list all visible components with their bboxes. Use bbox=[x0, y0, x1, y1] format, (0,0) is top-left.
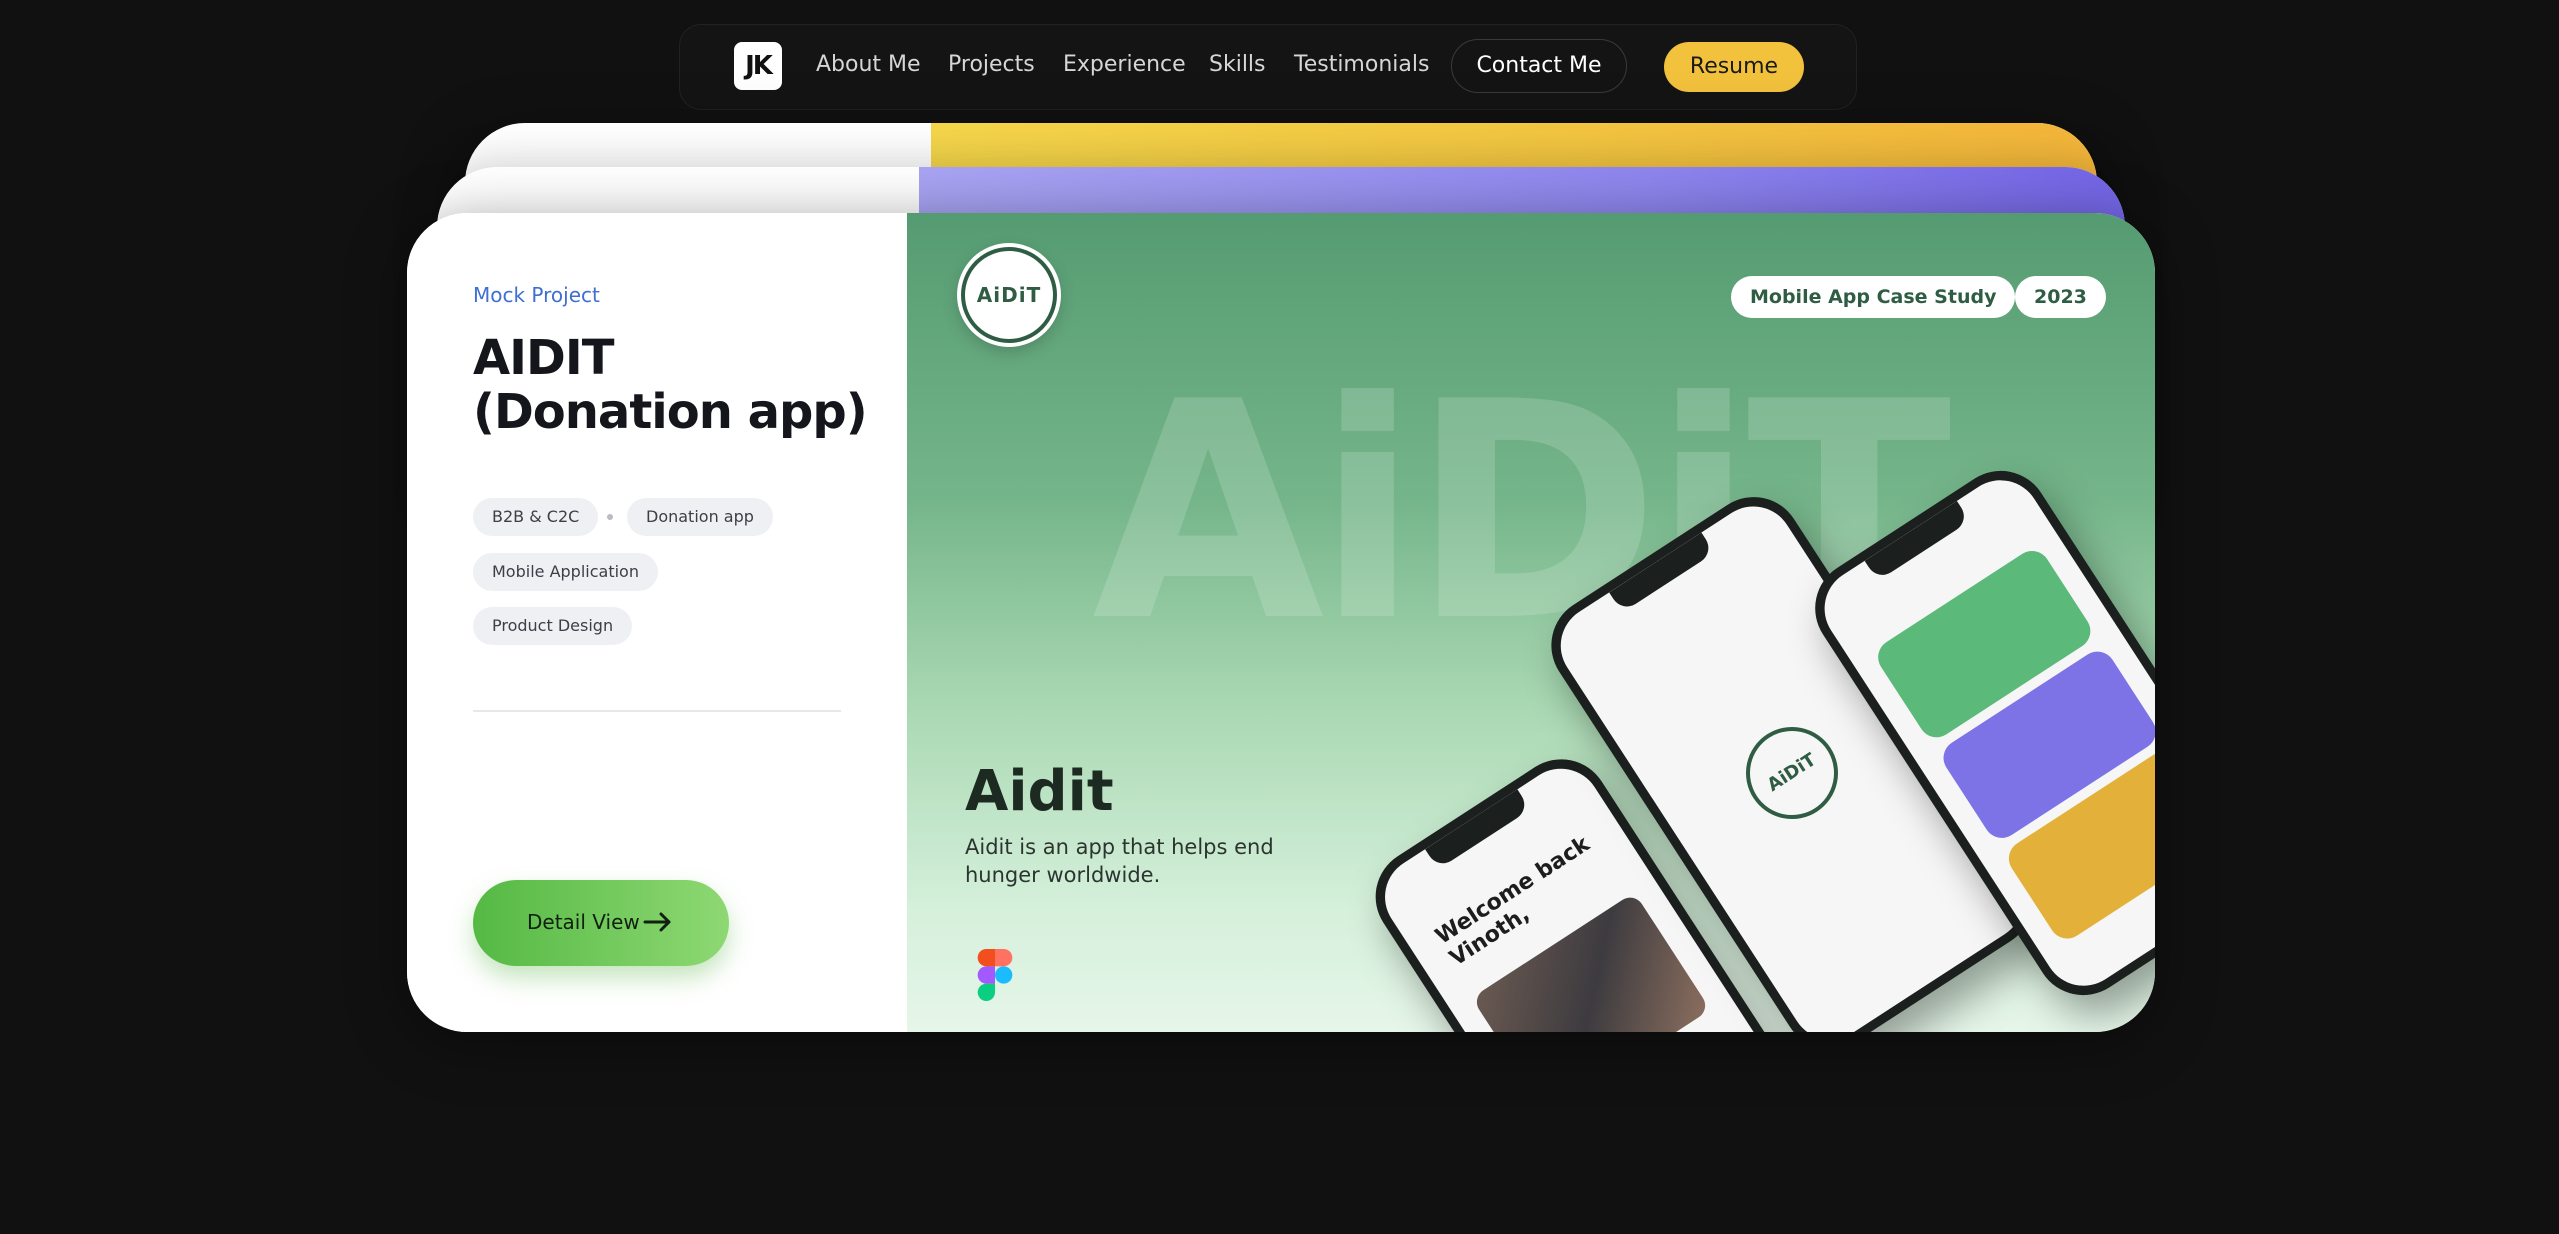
project-category: Mock Project bbox=[473, 283, 600, 307]
site-logo[interactable]: JK bbox=[734, 42, 782, 90]
nav-link-skills[interactable]: Skills bbox=[1209, 52, 1266, 77]
project-hero-image[interactable]: AiDiT AiDiT Mobile App Case Study 2023 A… bbox=[907, 213, 2155, 1032]
tag-b2b-c2c: B2B & C2C bbox=[473, 498, 599, 536]
tag-product-design: Product Design bbox=[473, 607, 633, 645]
year-badge: 2023 bbox=[2015, 276, 2106, 318]
nav-link-experience[interactable]: Experience bbox=[1063, 52, 1186, 77]
phone-aidit-logo: AiDiT bbox=[1728, 709, 1856, 837]
project-card: Mock Project AIDIT (Donation app) B2B & … bbox=[407, 213, 2155, 1032]
detail-view-button[interactable]: Detail View bbox=[473, 880, 729, 966]
hero-description: Aidit is an app that helps end hunger wo… bbox=[965, 835, 1274, 887]
case-study-badge: Mobile App Case Study bbox=[1731, 276, 2016, 318]
nav-link-testimonials[interactable]: Testimonials bbox=[1294, 52, 1429, 77]
contact-me-button[interactable]: Contact Me bbox=[1451, 39, 1627, 93]
project-title: AIDIT (Donation app) bbox=[473, 330, 868, 440]
top-navigation: JK About Me Projects Experience Skills T… bbox=[679, 24, 1857, 110]
project-info-panel: Mock Project AIDIT (Donation app) B2B & … bbox=[407, 213, 907, 1032]
hero-app-name: Aidit bbox=[965, 759, 1114, 824]
detail-view-label: Detail View bbox=[527, 910, 640, 934]
tag-mobile-application: Mobile Application bbox=[473, 553, 658, 591]
tag-separator-dot bbox=[607, 514, 613, 520]
resume-button[interactable]: Resume bbox=[1664, 42, 1804, 92]
tag-donation-app: Donation app bbox=[627, 498, 773, 536]
figma-icon bbox=[977, 949, 1013, 1001]
nav-link-projects[interactable]: Projects bbox=[948, 52, 1035, 77]
nav-link-about-me[interactable]: About Me bbox=[816, 52, 921, 77]
arrow-right-icon bbox=[643, 912, 671, 932]
divider bbox=[473, 710, 841, 712]
aidit-logo: AiDiT bbox=[961, 247, 1057, 343]
